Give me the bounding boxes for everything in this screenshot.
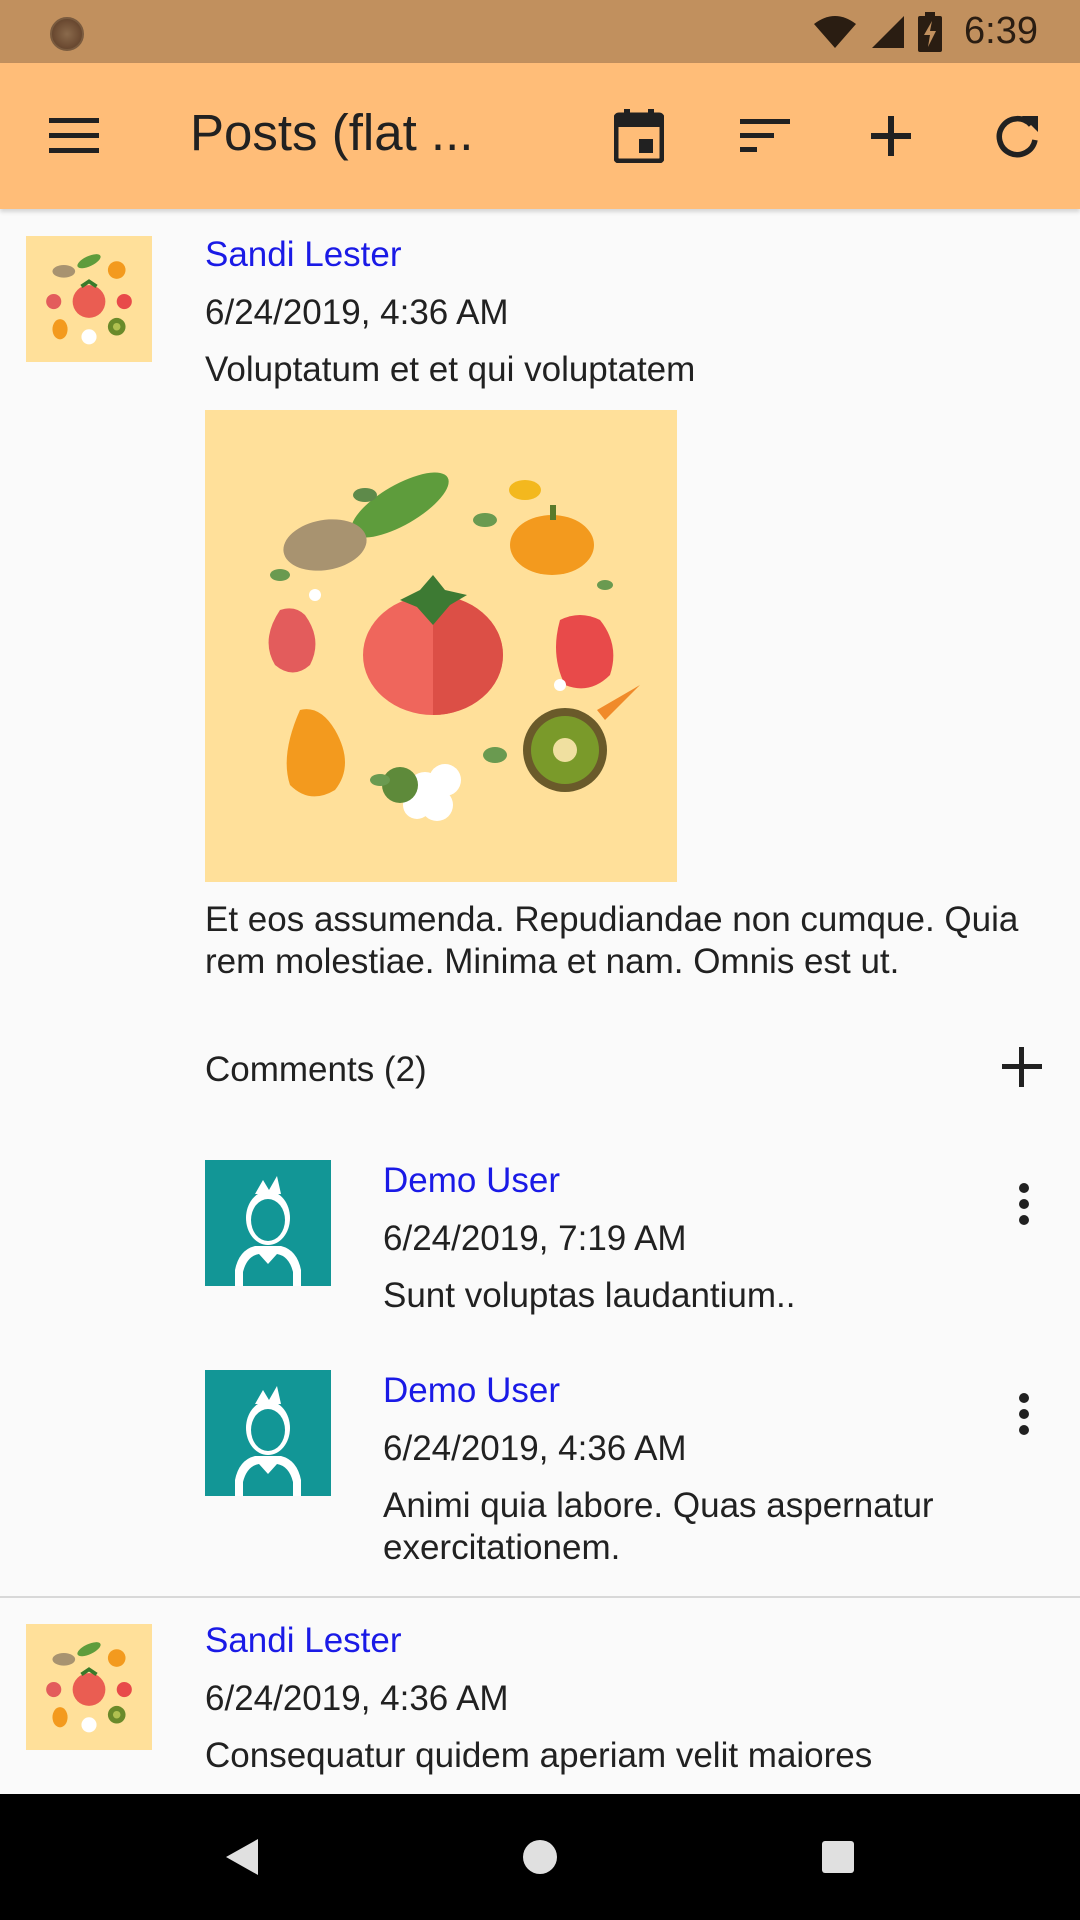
user-avatar-icon: [205, 1160, 331, 1286]
post-date: 6/24/2019, 4:36 AM: [205, 293, 509, 332]
status-bar: 6:39: [0, 0, 1080, 63]
vegetables-thumbnail-icon: [26, 1624, 152, 1750]
comment-avatar[interactable]: [205, 1370, 331, 1496]
comment-date: 6/24/2019, 7:19 AM: [383, 1219, 687, 1258]
menu-button[interactable]: [34, 96, 114, 176]
comment-avatar[interactable]: [205, 1160, 331, 1286]
post-title: Consequatur quidem aperiam velit maiores: [205, 1736, 873, 1775]
wifi-icon: [814, 15, 857, 48]
comment-date: 6/24/2019, 4:36 AM: [383, 1429, 687, 1468]
battery-charging-icon: [918, 11, 943, 52]
add-comment-button[interactable]: [990, 1035, 1054, 1099]
more-vert-icon: [1019, 1393, 1029, 1435]
post-body: Et eos assumenda. Repudiandae non cumque…: [205, 900, 1019, 981]
user-avatar-icon: [205, 1370, 331, 1496]
sort-button[interactable]: [725, 96, 805, 176]
menu-icon: [49, 118, 99, 153]
vegetables-thumbnail-icon: [26, 236, 152, 362]
post-divider: [0, 1596, 1080, 1598]
comment-more-button[interactable]: [1004, 1169, 1044, 1239]
home-icon: [523, 1840, 557, 1874]
calendar-icon: [614, 109, 664, 163]
add-icon: [871, 116, 911, 156]
recents-button[interactable]: [803, 1822, 873, 1892]
add-post-button[interactable]: [851, 96, 931, 176]
vegetables-image-icon: [205, 410, 677, 882]
back-icon: [226, 1839, 258, 1875]
status-time: 6:39: [964, 10, 1038, 52]
refresh-button[interactable]: [977, 96, 1057, 176]
refresh-icon: [996, 116, 1038, 158]
home-button[interactable]: [505, 1822, 575, 1892]
comment-text: Animi quia labore. Quas aspernatur exerc…: [383, 1486, 934, 1567]
post-item: Sandi Lester 6/24/2019, 4:36 AM Voluptat…: [0, 209, 1080, 1599]
post-item: Sandi Lester 6/24/2019, 4:36 AM Consequa…: [0, 1599, 1080, 1794]
post-avatar[interactable]: [26, 1624, 152, 1750]
page-title: Posts (flat ...: [190, 104, 474, 161]
calendar-button[interactable]: [599, 96, 679, 176]
post-title: Voluptatum et et qui voluptatem: [205, 350, 696, 389]
status-icons: 6:39: [812, 0, 1038, 63]
comments-header: Comments (2): [205, 1050, 427, 1089]
cell-signal-icon: [872, 15, 905, 48]
posts-list: Sandi Lester 6/24/2019, 4:36 AM Voluptat…: [0, 209, 1080, 1794]
comment-text: Sunt voluptas laudantium..: [383, 1276, 796, 1315]
more-vert-icon: [1019, 1183, 1029, 1225]
comment-author-link[interactable]: Demo User: [383, 1161, 560, 1201]
comment-author-link[interactable]: Demo User: [383, 1371, 560, 1411]
comment-more-button[interactable]: [1004, 1379, 1044, 1449]
post-image[interactable]: [205, 410, 677, 882]
app-bar: Posts (flat ...: [0, 63, 1080, 209]
sort-icon: [740, 119, 790, 152]
system-nav-bar: [0, 1794, 1080, 1920]
post-author-link[interactable]: Sandi Lester: [205, 1621, 402, 1661]
notification-icon: [50, 17, 84, 51]
recents-icon: [822, 1841, 854, 1873]
post-avatar[interactable]: [26, 236, 152, 362]
add-icon: [1002, 1047, 1042, 1087]
back-button[interactable]: [207, 1822, 277, 1892]
post-date: 6/24/2019, 4:36 AM: [205, 1679, 509, 1718]
post-author-link[interactable]: Sandi Lester: [205, 235, 402, 275]
